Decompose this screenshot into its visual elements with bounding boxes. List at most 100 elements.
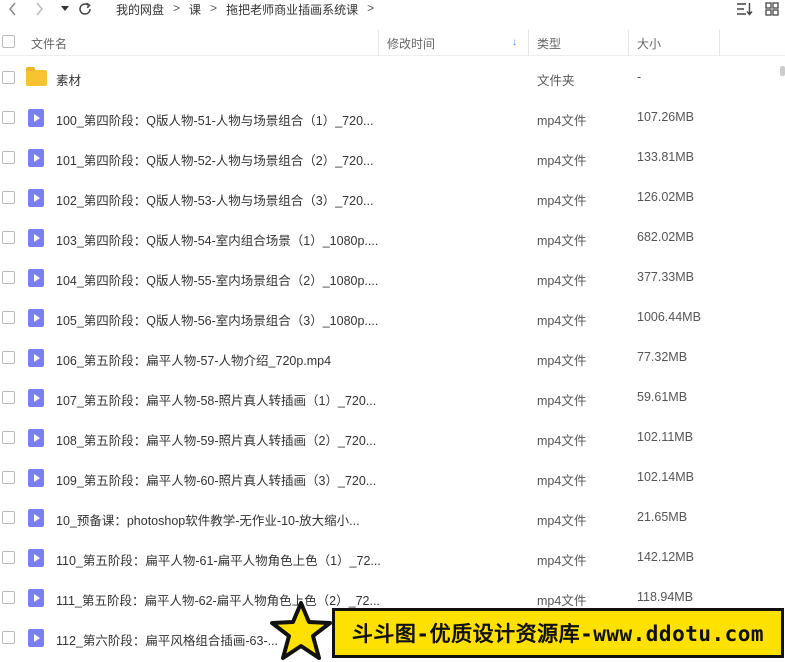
caret-down-icon[interactable] [54, 0, 76, 18]
file-name[interactable]: 112_第六阶段：扁平风格组合插画-63-... [56, 630, 278, 649]
video-file-icon [26, 509, 47, 527]
file-row[interactable]: 108_第五阶段：扁平人物-59-照片真人转插画（2）_720... mp4文件… [0, 418, 785, 458]
folder-icon [26, 67, 47, 87]
file-type: mp4文件 [537, 394, 587, 408]
video-file-icon [26, 589, 47, 607]
file-row[interactable]: 105_第四阶段：Q版人物-56-室内场景组合（3）_1080p.... mp4… [0, 298, 785, 338]
column-header-modified[interactable]: 修改时间 [378, 30, 528, 56]
file-name[interactable]: 110_第五阶段：扁平人物-61-扁平人物角色上色（1）_72... [56, 550, 381, 569]
file-type: mp4文件 [537, 314, 587, 328]
file-type: mp4文件 [537, 194, 587, 208]
file-type: mp4文件 [537, 554, 587, 568]
view-controls [735, 0, 781, 18]
video-file-icon [26, 189, 47, 207]
file-name[interactable]: 106_第五阶段：扁平人物-57-人物介绍_720p.mp4 [56, 350, 331, 369]
row-checkbox[interactable] [2, 631, 15, 644]
row-checkbox[interactable] [2, 391, 15, 404]
file-row[interactable]: 103_第四阶段：Q版人物-54-室内组合场景（1）_1080p.... mp4… [0, 218, 785, 258]
row-checkbox[interactable] [2, 71, 15, 84]
chevron-left-icon[interactable] [2, 0, 24, 18]
select-all-checkbox[interactable] [2, 35, 15, 48]
file-name[interactable]: 10_预备课：photoshop软件教学-无作业-10-放大缩小... [56, 510, 360, 529]
file-row[interactable]: 104_第四阶段：Q版人物-55-室内场景组合（2）_1080p.... mp4… [0, 258, 785, 298]
watermark-banner: 斗斗图-优质设计资源库-www.ddotu.com [268, 600, 785, 662]
sort-list-icon[interactable] [735, 0, 753, 18]
file-name[interactable]: 107_第五阶段：扁平人物-58-照片真人转插画（1）_720... [56, 390, 376, 409]
file-name[interactable]: 104_第四阶段：Q版人物-55-室内场景组合（2）_1080p.... [56, 270, 378, 289]
file-row[interactable]: 109_第五阶段：扁平人物-60-照片真人转插画（3）_720... mp4文件… [0, 458, 785, 498]
row-checkbox[interactable] [2, 191, 15, 204]
file-type: mp4文件 [537, 354, 587, 368]
file-size: - [637, 70, 642, 84]
column-header-type[interactable]: 类型 [528, 30, 628, 56]
file-row[interactable]: 101_第四阶段：Q版人物-52-人物与场景组合（2）_720... mp4文件… [0, 138, 785, 178]
file-row[interactable]: 10_预备课：photoshop软件教学-无作业-10-放大缩小... mp4文… [0, 498, 785, 538]
refresh-icon[interactable] [74, 0, 96, 18]
file-type: 文件夹 [537, 74, 575, 88]
video-file-icon [26, 229, 47, 247]
file-row[interactable]: 110_第五阶段：扁平人物-61-扁平人物角色上色（1）_72... mp4文件… [0, 538, 785, 578]
row-checkbox[interactable] [2, 311, 15, 324]
file-size: 102.14MB [637, 470, 694, 484]
file-row[interactable]: 102_第四阶段：Q版人物-53-人物与场景组合（3）_720... mp4文件… [0, 178, 785, 218]
file-row[interactable]: 107_第五阶段：扁平人物-58-照片真人转插画（1）_720... mp4文件… [0, 378, 785, 418]
file-size: 77.32MB [637, 350, 688, 364]
row-checkbox[interactable] [2, 111, 15, 124]
file-type: mp4文件 [537, 234, 587, 248]
video-file-icon [26, 629, 47, 647]
video-file-icon [26, 349, 47, 367]
watermark-text: 斗斗图-优质设计资源库-www.ddotu.com [332, 608, 784, 658]
file-size: 682.02MB [637, 230, 694, 244]
file-type: mp4文件 [537, 274, 587, 288]
file-size: 133.81MB [637, 150, 694, 164]
row-checkbox[interactable] [2, 351, 15, 364]
file-row[interactable]: 100_第四阶段：Q版人物-51-人物与场景组合（1）_720... mp4文件… [0, 98, 785, 138]
file-name[interactable]: 素材 [56, 70, 81, 89]
file-size: 126.02MB [637, 190, 694, 204]
video-file-icon [26, 429, 47, 447]
breadcrumb-separator: > [367, 1, 375, 15]
file-row[interactable]: 106_第五阶段：扁平人物-57-人物介绍_720p.mp4 mp4文件 77.… [0, 338, 785, 378]
file-size: 142.12MB [637, 550, 694, 564]
file-size: 21.65MB [637, 510, 688, 524]
row-checkbox[interactable] [2, 551, 15, 564]
video-file-icon [26, 389, 47, 407]
breadcrumb-item-current[interactable]: 拖把老师商业插画系统课 [226, 1, 358, 18]
grid-view-icon[interactable] [763, 0, 781, 18]
file-type: mp4文件 [537, 154, 587, 168]
row-checkbox[interactable] [2, 431, 15, 444]
file-size: 377.33MB [637, 270, 694, 284]
video-file-icon [26, 269, 47, 287]
star-icon [270, 601, 332, 660]
column-header-name[interactable]: 文件名 [31, 30, 67, 56]
video-file-icon [26, 549, 47, 567]
file-size: 59.61MB [637, 390, 688, 404]
row-checkbox[interactable] [2, 231, 15, 244]
breadcrumb-item-course[interactable]: 课 [189, 1, 201, 18]
breadcrumb-separator: > [210, 1, 218, 15]
column-header-size[interactable]: 大小 [628, 30, 720, 56]
file-name[interactable]: 101_第四阶段：Q版人物-52-人物与场景组合（2）_720... [56, 150, 373, 169]
file-size: 1006.44MB [637, 310, 701, 324]
scrollbar-thumb[interactable] [780, 66, 785, 76]
video-file-icon [26, 149, 47, 167]
row-checkbox[interactable] [2, 511, 15, 524]
row-checkbox[interactable] [2, 151, 15, 164]
row-checkbox[interactable] [2, 271, 15, 284]
chevron-right-icon[interactable] [28, 0, 50, 18]
file-row-folder[interactable]: 素材 文件夹 - [0, 58, 785, 98]
file-size: 102.11MB [637, 430, 694, 444]
file-name[interactable]: 105_第四阶段：Q版人物-56-室内场景组合（3）_1080p.... [56, 310, 378, 329]
file-size: 107.26MB [637, 110, 694, 124]
video-file-icon [26, 309, 47, 327]
row-checkbox[interactable] [2, 591, 15, 604]
file-name[interactable]: 108_第五阶段：扁平人物-59-照片真人转插画（2）_720... [56, 430, 376, 449]
file-name[interactable]: 100_第四阶段：Q版人物-51-人物与场景组合（1）_720... [56, 110, 373, 129]
file-name[interactable]: 102_第四阶段：Q版人物-53-人物与场景组合（3）_720... [56, 190, 373, 209]
row-checkbox[interactable] [2, 471, 15, 484]
breadcrumb-item-root[interactable]: 我的网盘 [116, 1, 164, 18]
video-file-icon [26, 109, 47, 127]
file-type: mp4文件 [537, 114, 587, 128]
file-name[interactable]: 103_第四阶段：Q版人物-54-室内组合场景（1）_1080p.... [56, 230, 378, 249]
file-name[interactable]: 109_第五阶段：扁平人物-60-照片真人转插画（3）_720... [56, 470, 376, 489]
